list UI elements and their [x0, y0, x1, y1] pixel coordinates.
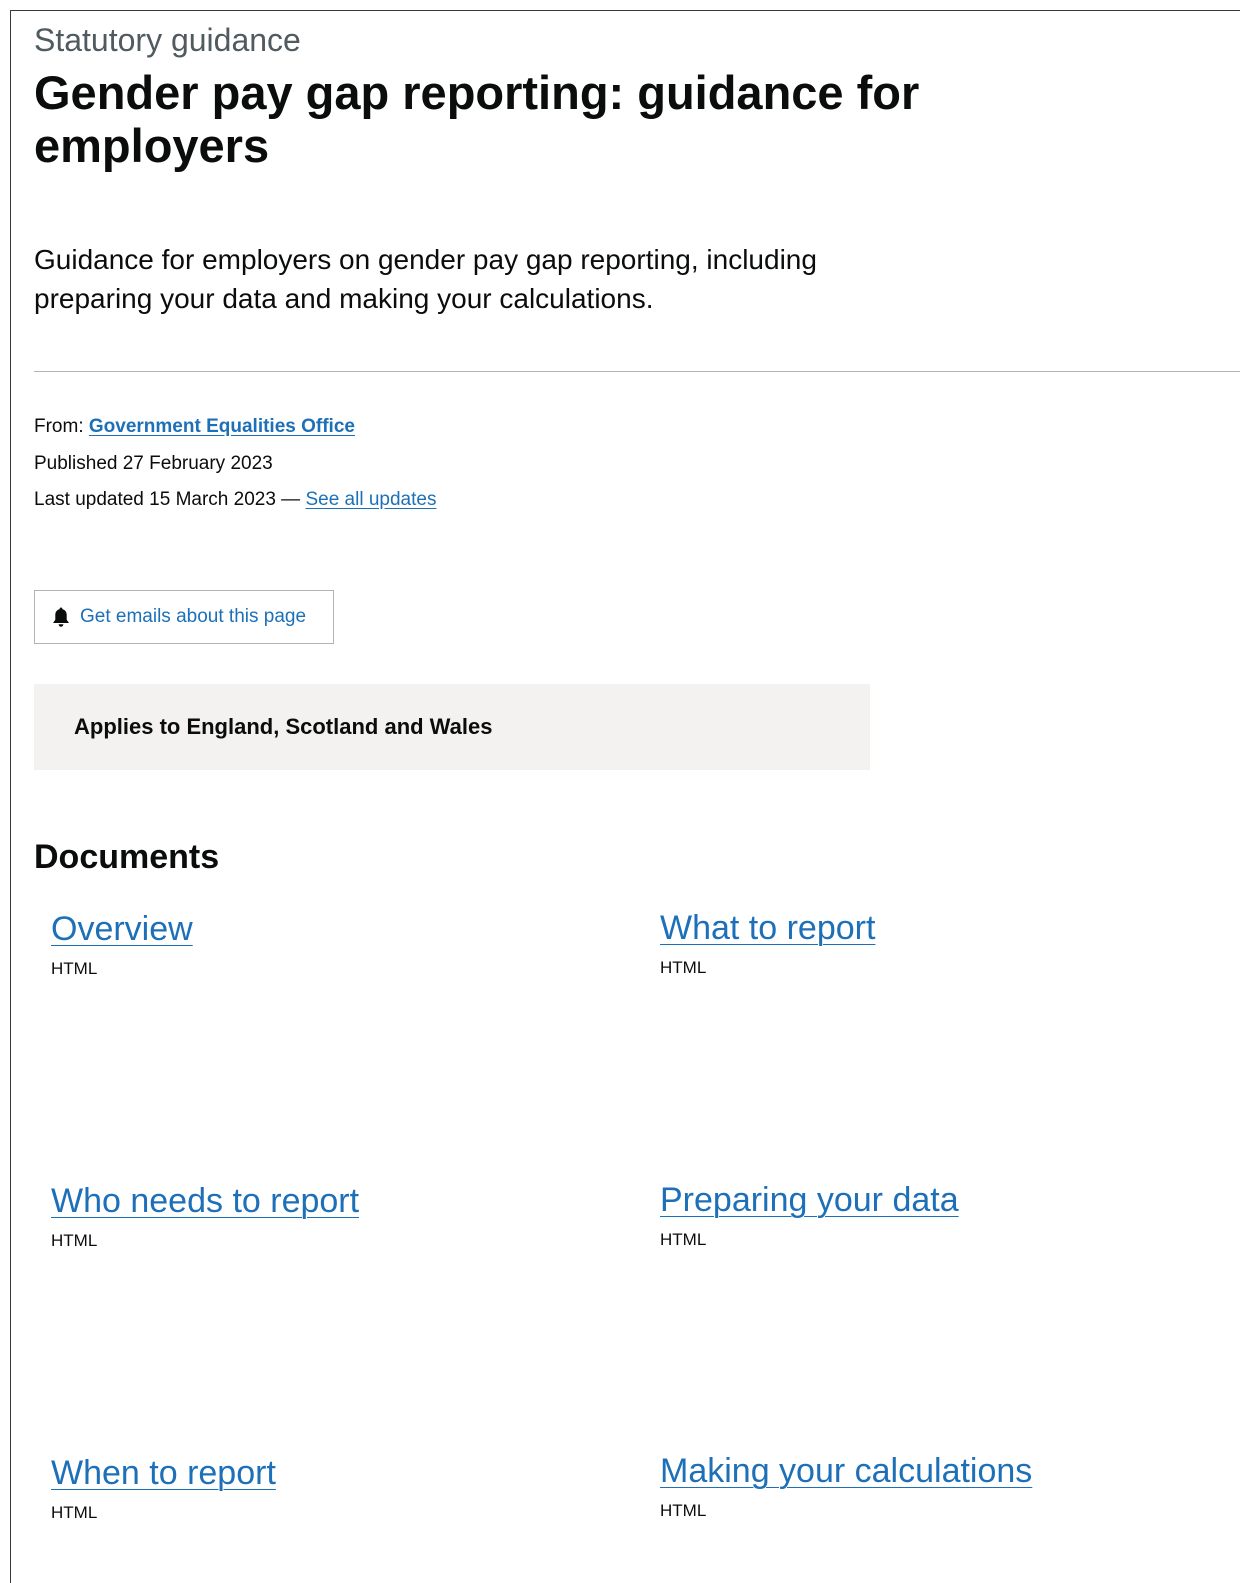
document-item-preparing-your-data: Preparing your data HTML: [660, 1179, 1220, 1251]
document-item-when-to-report: When to report HTML: [51, 1452, 611, 1524]
section-divider: [34, 371, 1240, 372]
bell-icon: [53, 607, 69, 627]
get-emails-label: Get emails about this page: [80, 606, 307, 627]
see-all-updates-link[interactable]: See all updates: [305, 489, 436, 510]
document-item-making-your-calculations: Making your calculations HTML: [660, 1450, 1220, 1522]
document-format: HTML: [51, 959, 98, 978]
document-item-who-needs-to-report: Who needs to report HTML: [51, 1180, 611, 1252]
document-item-what-to-report: What to report HTML: [660, 907, 1220, 979]
frame-left-border: [10, 10, 11, 1583]
organisation-link[interactable]: Government Equalities Office: [89, 416, 355, 437]
document-link-when-to-report[interactable]: When to report: [51, 1452, 276, 1494]
document-item-overview: Overview HTML: [51, 908, 611, 980]
metadata-last-updated: Last updated 15 March 2023 — See all upd…: [34, 488, 436, 512]
document-link-overview[interactable]: Overview: [51, 908, 193, 950]
document-format: HTML: [660, 1501, 707, 1520]
get-emails-button[interactable]: Get emails about this page: [34, 590, 334, 644]
metadata-from: From: Government Equalities Office: [34, 415, 355, 439]
documents-heading: Documents: [34, 838, 220, 876]
document-format: HTML: [51, 1231, 98, 1250]
applies-to-inset: Applies to England, Scotland and Wales: [34, 684, 870, 770]
page-summary: Guidance for employers on gender pay gap…: [34, 244, 817, 314]
document-format: HTML: [51, 1503, 98, 1522]
page-title: Gender pay gap reporting: guidance for e…: [34, 66, 920, 172]
applies-to-text: Applies to England, Scotland and Wales: [74, 714, 493, 739]
metadata-published: Published 27 February 2023: [34, 453, 273, 474]
document-link-who-needs-to-report[interactable]: Who needs to report: [51, 1180, 359, 1222]
last-updated-text: Last updated 15 March 2023 —: [34, 489, 301, 510]
from-label: From:: [34, 416, 84, 437]
document-link-preparing-your-data[interactable]: Preparing your data: [660, 1179, 959, 1221]
document-link-making-your-calculations[interactable]: Making your calculations: [660, 1450, 1032, 1492]
document-format: HTML: [660, 958, 707, 977]
document-type: Statutory guidance: [34, 22, 301, 58]
document-link-what-to-report[interactable]: What to report: [660, 907, 875, 949]
document-format: HTML: [660, 1230, 707, 1249]
frame-top-border: [10, 10, 1240, 11]
